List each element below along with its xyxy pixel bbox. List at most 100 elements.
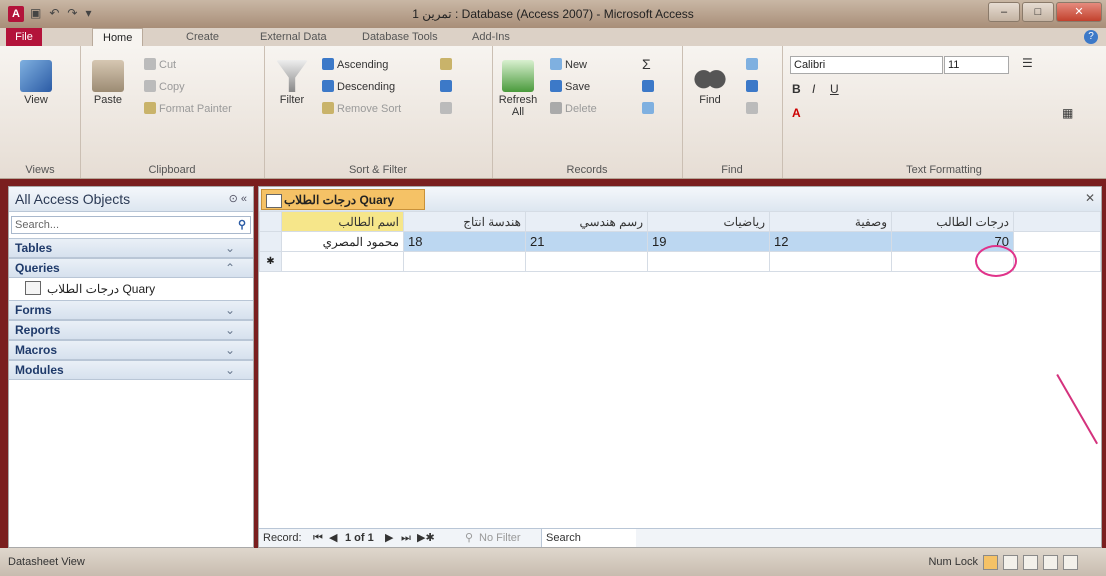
nav-pane-menu-icon[interactable]: ⊙ «: [229, 187, 247, 211]
design-view-icon[interactable]: [1063, 555, 1078, 570]
group-clipboard: Paste Cut Copy Format Painter Clipboard: [80, 46, 265, 178]
tab-query-document[interactable]: درجات الطلاب Quary: [261, 189, 425, 210]
next-record-icon[interactable]: ▶: [385, 529, 393, 547]
sigma-icon: Σ: [642, 56, 651, 72]
tab-create[interactable]: Create: [176, 28, 229, 46]
column-header[interactable]: رسم هندسي: [525, 211, 648, 232]
column-header[interactable]: وصفية: [769, 211, 892, 232]
tab-file[interactable]: File: [6, 28, 42, 46]
column-header[interactable]: رياضيات: [647, 211, 770, 232]
filter-button[interactable]: Filter: [270, 60, 314, 106]
pivotchart-view-icon[interactable]: [1023, 555, 1038, 570]
datasheet-view-icon[interactable]: [983, 555, 998, 570]
row-selector[interactable]: [259, 231, 282, 252]
header-row: اسم الطالب هندسة انتاج رسم هندسي رياضيات…: [259, 211, 1101, 232]
pivottable-view-icon[interactable]: [1003, 555, 1018, 570]
table-row[interactable]: محمود المصري 18 21 19 12 70: [259, 231, 1101, 252]
query-icon: [25, 281, 41, 295]
nav-category-tables[interactable]: Tables ⌄: [9, 238, 253, 258]
goto-button[interactable]: [746, 80, 761, 93]
table-cell[interactable]: 18: [403, 231, 526, 252]
prev-record-icon[interactable]: ◀: [329, 529, 337, 547]
group-label-clipboard: Clipboard: [148, 164, 196, 176]
table-cell[interactable]: [525, 251, 648, 272]
new-record-icon[interactable]: ✱: [259, 251, 282, 272]
column-header[interactable]: درجات الطالب: [891, 211, 1014, 232]
nav-category-queries[interactable]: Queries ⌃: [9, 258, 253, 278]
underline-button[interactable]: U: [830, 82, 839, 96]
font-color-button[interactable]: A: [792, 106, 801, 120]
font-size-select[interactable]: 11: [944, 56, 1009, 74]
table-cell[interactable]: 12: [769, 231, 892, 252]
minimize-button[interactable]: –: [988, 2, 1020, 22]
more-records-button[interactable]: [642, 102, 657, 115]
refresh-all-button[interactable]: Refresh All: [496, 60, 540, 118]
maximize-button[interactable]: □: [1022, 2, 1054, 22]
copy-icon: [144, 80, 156, 92]
column-header[interactable]: اسم الطالب: [281, 211, 404, 232]
tab-add-ins[interactable]: Add-Ins: [462, 28, 520, 46]
totals-button[interactable]: Σ: [642, 56, 651, 72]
column-header[interactable]: هندسة انتاج: [403, 211, 526, 232]
selection-button[interactable]: [440, 58, 455, 71]
group-text-formatting: Calibri 11 B I U A ☰ ▦ Text Formatting: [782, 46, 1106, 178]
descending-button[interactable]: Descending: [322, 80, 395, 93]
replace-button[interactable]: [746, 58, 761, 71]
find-button[interactable]: Find: [688, 60, 732, 106]
title-bar: A ▣ ↶ ↷ ▾ تمرين 1 : Database (Access 200…: [0, 0, 1106, 28]
close-button[interactable]: ✕: [1056, 2, 1102, 22]
tab-external-data[interactable]: External Data: [250, 28, 337, 46]
gridlines-icon[interactable]: ▦: [1062, 106, 1073, 120]
nav-category-reports[interactable]: Reports ⌄: [9, 320, 253, 340]
table-cell[interactable]: [403, 251, 526, 272]
nav-item-query[interactable]: درجات الطلاب Quary: [9, 278, 253, 300]
table-cell[interactable]: [281, 251, 404, 272]
copy-button[interactable]: Copy: [144, 80, 185, 93]
bold-button[interactable]: B: [792, 82, 801, 96]
paste-button[interactable]: Paste: [86, 60, 130, 106]
delete-record-button[interactable]: Delete: [550, 102, 597, 115]
cut-button[interactable]: Cut: [144, 58, 176, 71]
nav-search-input[interactable]: Search... ⚲: [11, 216, 251, 234]
table-cell[interactable]: 19: [647, 231, 770, 252]
save-record-button[interactable]: Save: [550, 80, 590, 93]
sql-view-icon[interactable]: [1043, 555, 1058, 570]
filter-icon: [276, 60, 308, 92]
toggle-filter-button[interactable]: [440, 102, 455, 115]
tab-home[interactable]: Home: [92, 28, 144, 47]
delete-icon: [550, 102, 562, 114]
format-painter-icon: [144, 102, 156, 114]
format-painter-button[interactable]: Format Painter: [144, 102, 232, 115]
select-button[interactable]: [746, 102, 761, 115]
italic-button[interactable]: I: [812, 82, 815, 96]
remove-sort-button[interactable]: Remove Sort: [322, 102, 401, 115]
first-record-icon[interactable]: ⏮: [313, 529, 323, 547]
align-left-icon[interactable]: ☰: [1022, 56, 1033, 70]
table-cell[interactable]: [769, 251, 892, 272]
nav-category-modules[interactable]: Modules ⌄: [9, 360, 253, 380]
search-icon[interactable]: ⚲: [238, 217, 246, 233]
spelling-button[interactable]: [642, 80, 657, 93]
record-search-input[interactable]: Search: [541, 529, 636, 547]
help-icon[interactable]: ?: [1084, 30, 1098, 44]
table-cell[interactable]: محمود المصري: [281, 231, 404, 252]
nav-category-macros[interactable]: Macros ⌄: [9, 340, 253, 360]
nav-category-forms[interactable]: Forms ⌄: [9, 300, 253, 320]
tab-database-tools[interactable]: Database Tools: [352, 28, 448, 46]
record-position[interactable]: 1 of 1: [345, 529, 374, 547]
ascending-button[interactable]: Ascending: [322, 58, 388, 71]
category-label: Macros: [15, 343, 58, 357]
nav-pane-header[interactable]: All Access Objects ⊙ «: [9, 187, 253, 212]
filter-status[interactable]: No Filter: [479, 529, 521, 547]
advanced-filter-button[interactable]: [440, 80, 455, 93]
close-document-icon[interactable]: ✕: [1085, 191, 1095, 205]
font-name-select[interactable]: Calibri: [790, 56, 943, 74]
select-all-cell[interactable]: [259, 211, 282, 232]
new-record-nav-icon[interactable]: ▶✱: [417, 529, 435, 547]
new-record-button[interactable]: New: [550, 58, 587, 71]
last-record-icon[interactable]: ⏭: [401, 529, 411, 547]
group-label-sort-filter: Sort & Filter: [348, 164, 408, 176]
view-button[interactable]: View: [14, 60, 58, 106]
table-cell[interactable]: [647, 251, 770, 272]
table-cell[interactable]: 21: [525, 231, 648, 252]
